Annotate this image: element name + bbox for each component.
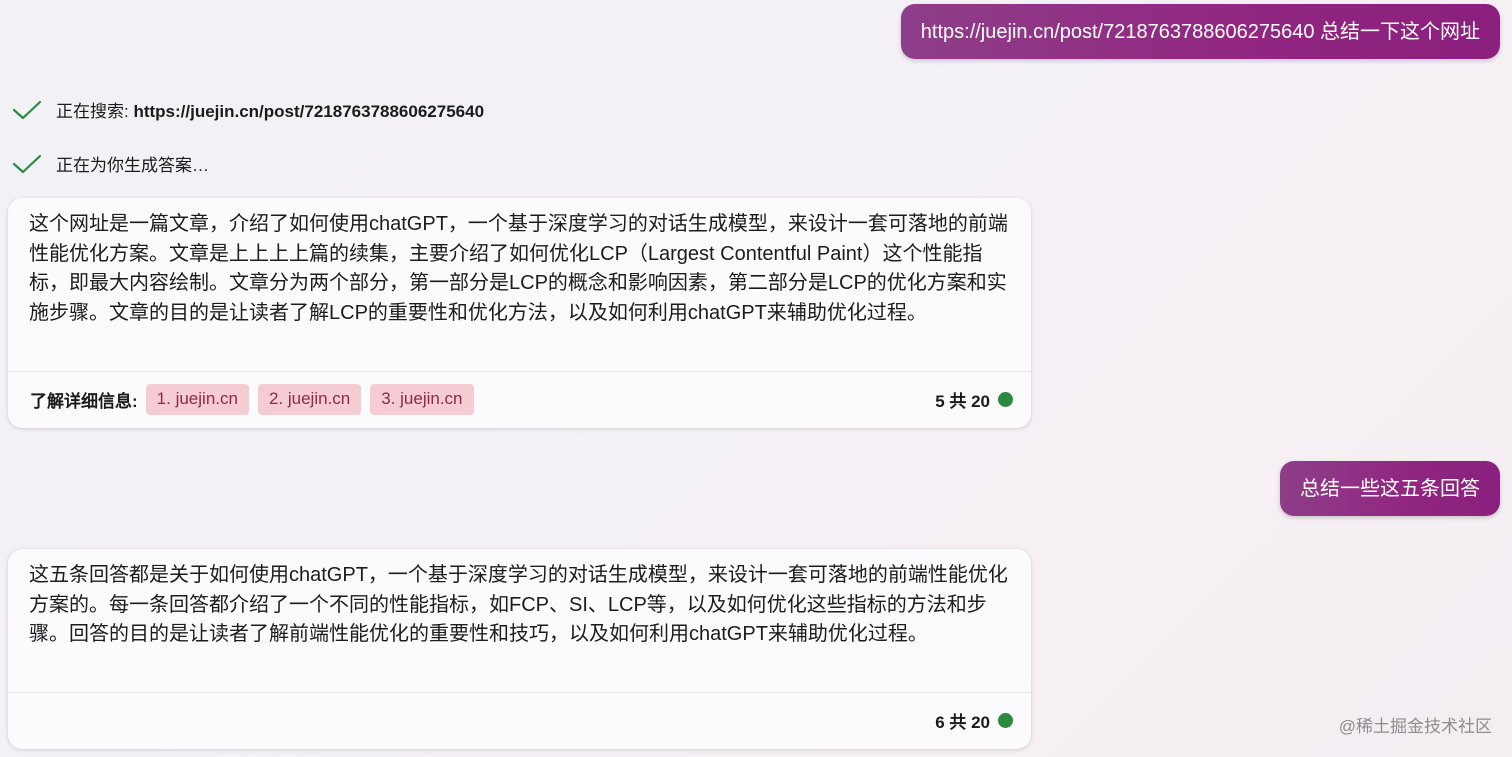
turn-count: 5 共 20: [935, 391, 990, 411]
check-icon: [12, 100, 42, 119]
status-searching: 正在搜索: https://juejin.cn/post/72187637886…: [12, 97, 484, 122]
source-chip-2[interactable]: 2. juejin.cn: [257, 383, 362, 415]
user-message-2-text: 总结一些这五条回答: [1300, 477, 1480, 500]
bot-answer-2-text: 这五条回答都是关于如何使用chatGPT，一个基于深度学习的对话生成模型，来设计…: [29, 564, 1008, 646]
turn-count: 6 共 20: [935, 712, 990, 732]
bot-answer-card-2: 这五条回答都是关于如何使用chatGPT，一个基于深度学习的对话生成模型，来设计…: [8, 549, 1031, 749]
card-divider: [8, 371, 1031, 372]
status-generating: 正在为你生成答案…: [12, 151, 209, 176]
watermark: @稀土掘金技术社区: [1338, 717, 1492, 736]
check-icon: [12, 154, 42, 173]
status-searching-label: 正在搜索: https://juejin.cn/post/72187637886…: [56, 97, 484, 122]
user-message-1-text: https://juejin.cn/post/72187637886062756…: [920, 20, 1480, 43]
source-chip-3[interactable]: 3. juejin.cn: [370, 383, 474, 415]
status-dot-icon: [998, 712, 1013, 728]
bot-answer-1-text: 这个网址是一篇文章，介绍了如何使用chatGPT，一个基于深度学习的对话生成模型…: [29, 213, 1008, 324]
card-footer: 了解详细信息: 1. juejin.cn 2. juejin.cn 3. jue…: [30, 383, 1013, 415]
user-message-2: 总结一些这五条回答: [1280, 461, 1500, 516]
status-searching-prefix: 正在搜索:: [56, 102, 134, 121]
source-chip-1[interactable]: 1. juejin.cn: [145, 383, 249, 415]
status-dot-icon: [998, 391, 1013, 407]
bot-answer-card-1: 这个网址是一篇文章，介绍了如何使用chatGPT，一个基于深度学习的对话生成模型…: [8, 198, 1031, 428]
status-searching-query: https://juejin.cn/post/72187637886062756…: [133, 102, 485, 121]
card-divider: [8, 692, 1031, 693]
learn-more-label: 了解详细信息:: [30, 391, 138, 411]
user-message-1: https://juejin.cn/post/72187637886062756…: [900, 4, 1500, 59]
status-generating-label: 正在为你生成答案…: [56, 156, 209, 175]
card-footer: 6 共 20: [30, 706, 1013, 734]
